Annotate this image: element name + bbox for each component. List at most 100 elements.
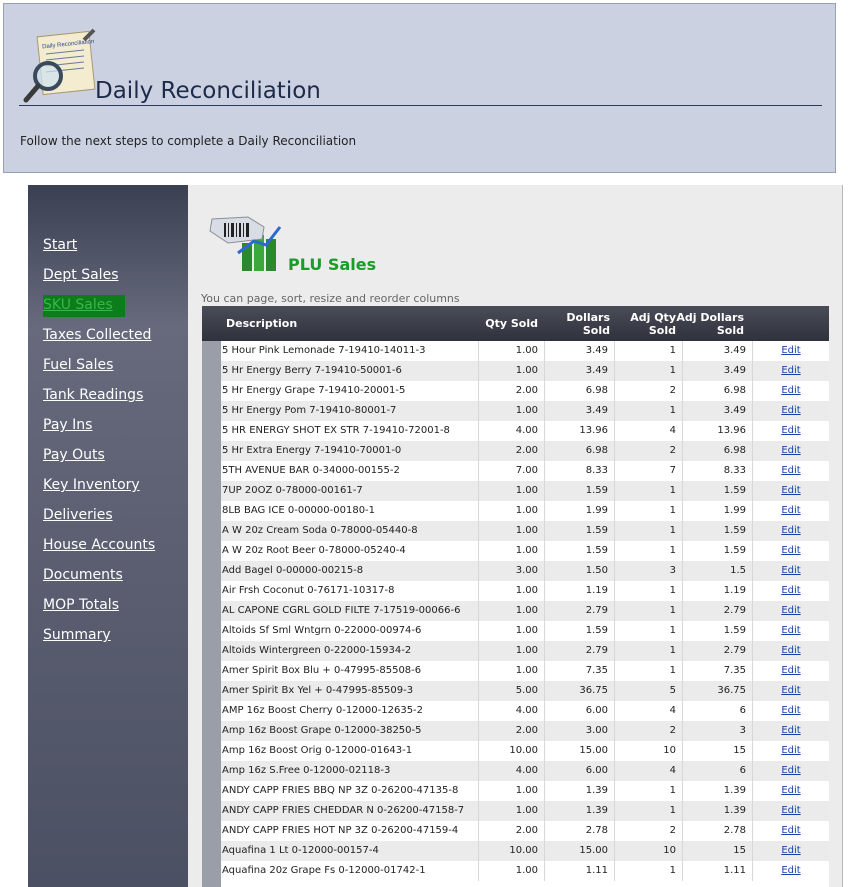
edit-link[interactable]: Edit [781, 345, 800, 356]
cell-adj-dollars-sold: 1.39 [683, 781, 753, 801]
edit-link[interactable]: Edit [781, 685, 800, 696]
sidebar-item-mop-totals[interactable]: MOP Totals [43, 597, 119, 613]
edit-link[interactable]: Edit [781, 565, 800, 576]
cell-adj-dollars-sold: 36.75 [683, 681, 753, 701]
edit-link[interactable]: Edit [781, 525, 800, 536]
table-row[interactable]: ANDY CAPP FRIES HOT NP 3Z 0-26200-47159-… [221, 821, 829, 841]
edit-link[interactable]: Edit [781, 665, 800, 676]
sidebar-item-sku-sales[interactable]: SKU Sales [43, 295, 125, 317]
cell-description: Amp 16z Boost Grape 0-12000-38250-5 [221, 721, 479, 741]
table-row[interactable]: 5TH AVENUE BAR 0-34000-00155-2 7.00 8.33 7 8… [221, 461, 829, 481]
edit-link[interactable]: Edit [781, 725, 800, 736]
cell-dollars-sold: 15.00 [545, 841, 615, 861]
table-row[interactable]: A W 20z Cream Soda 0-78000-05440-8 1.00 1.… [221, 521, 829, 541]
cell-adj-qty-sold: 2 [615, 381, 683, 401]
sidebar-item-documents[interactable]: Documents [43, 567, 123, 583]
cell-adj-dollars-sold: 1.19 [683, 581, 753, 601]
sidebar-item-dept-sales[interactable]: Dept Sales [43, 267, 118, 283]
column-header-qty-sold[interactable]: Qty Sold [480, 306, 538, 341]
table-row[interactable]: 5 Hr Energy Grape 7-19410-20001-5 2.00 6.9… [221, 381, 829, 401]
table-row[interactable]: 5 HR ENERGY SHOT EX STR 7-19410-72001-8 4… [221, 421, 829, 441]
table-row[interactable]: Amer Spirit Bx Yel + 0-47995-85509-3 5.00… [221, 681, 829, 701]
cell-adj-dollars-sold: 1.59 [683, 521, 753, 541]
sidebar-item-house-accounts[interactable]: House Accounts [43, 537, 155, 553]
column-header-adj-qty-sold[interactable]: Adj Qty Sold [616, 306, 676, 341]
sidebar-item-summary[interactable]: Summary [43, 627, 111, 643]
table-row[interactable]: Amp 16z Boost Orig 0-12000-01643-1 10.00 1… [221, 741, 829, 761]
edit-link[interactable]: Edit [781, 705, 800, 716]
cell-description: Add Bagel 0-00000-00215-8 [221, 561, 479, 581]
cell-adj-qty-sold: 1 [615, 581, 683, 601]
edit-link[interactable]: Edit [781, 785, 800, 796]
edit-link[interactable]: Edit [781, 485, 800, 496]
edit-link[interactable]: Edit [781, 585, 800, 596]
table-row[interactable]: Amer Spirit Box Blu + 0-47995-85508-6 1.0… [221, 661, 829, 681]
edit-link[interactable]: Edit [781, 745, 800, 756]
edit-link[interactable]: Edit [781, 445, 800, 456]
edit-link[interactable]: Edit [781, 465, 800, 476]
sidebar-item-fuel-sales[interactable]: Fuel Sales [43, 357, 113, 373]
table-row[interactable]: 5 Hr Extra Energy 7-19410-70001-0 2.00 6.9… [221, 441, 829, 461]
cell-dollars-sold: 2.79 [545, 641, 615, 661]
table-row[interactable]: AL CAPONE CGRL GOLD FILTE 7-17519-00066-… [221, 601, 829, 621]
sidebar-item-start[interactable]: Start [43, 237, 77, 253]
column-header-description[interactable]: Description [226, 306, 426, 341]
table-row[interactable]: 8LB BAG ICE 0-00000-00180-1 1.00 1.99 1 1.99… [221, 501, 829, 521]
cell-dollars-sold: 8.33 [545, 461, 615, 481]
table-row[interactable]: Aquafina 20z Grape Fs 0-12000-01742-1 1.0… [221, 861, 829, 881]
edit-link[interactable]: Edit [781, 845, 800, 856]
cell-edit: Edit [753, 801, 829, 821]
sidebar-item-tank-readings[interactable]: Tank Readings [43, 387, 143, 403]
edit-link[interactable]: Edit [781, 625, 800, 636]
edit-link[interactable]: Edit [781, 505, 800, 516]
edit-link[interactable]: Edit [781, 645, 800, 656]
column-header-adj-dollars-sold[interactable]: Adj Dollars Sold [676, 306, 744, 341]
table-row[interactable]: ANDY CAPP FRIES CHEDDAR N 0-26200-47158-… [221, 801, 829, 821]
cell-dollars-sold: 6.98 [545, 441, 615, 461]
table-row[interactable]: Altoids Sf Sml Wntgrn 0-22000-00974-6 1.0… [221, 621, 829, 641]
sidebar-item-key-inventory[interactable]: Key Inventory [43, 477, 140, 493]
edit-link[interactable]: Edit [781, 605, 800, 616]
cell-dollars-sold: 1.39 [545, 801, 615, 821]
cell-dollars-sold: 1.59 [545, 541, 615, 561]
table-row[interactable]: Air Frsh Coconut 0-76171-10317-8 1.00 1.19… [221, 581, 829, 601]
edit-link[interactable]: Edit [781, 865, 800, 876]
edit-link[interactable]: Edit [781, 405, 800, 416]
sidebar-item-pay-ins[interactable]: Pay Ins [43, 417, 92, 433]
edit-link[interactable]: Edit [781, 425, 800, 436]
sidebar-item-pay-outs[interactable]: Pay Outs [43, 447, 105, 463]
edit-link[interactable]: Edit [781, 545, 800, 556]
sidebar-item-deliveries[interactable]: Deliveries [43, 507, 113, 523]
cell-qty-sold: 1.00 [479, 801, 545, 821]
table-row[interactable]: A W 20z Root Beer 0-78000-05240-4 1.00 1.5… [221, 541, 829, 561]
table-row[interactable]: 5 Hr Energy Berry 7-19410-50001-6 1.00 3.4… [221, 361, 829, 381]
cell-adj-qty-sold: 1 [615, 501, 683, 521]
cell-dollars-sold: 15.00 [545, 741, 615, 761]
cell-adj-qty-sold: 10 [615, 741, 683, 761]
cell-dollars-sold: 36.75 [545, 681, 615, 701]
table-row[interactable]: 5 Hr Energy Pom 7-19410-80001-7 1.00 3.49 1… [221, 401, 829, 421]
cell-adj-qty-sold: 2 [615, 821, 683, 841]
table-row[interactable]: Add Bagel 0-00000-00215-8 3.00 1.50 3 1.5 Edi… [221, 561, 829, 581]
edit-link[interactable]: Edit [781, 825, 800, 836]
cell-adj-dollars-sold: 2.78 [683, 821, 753, 841]
cell-edit: Edit [753, 681, 829, 701]
sidebar-item-taxes-collected[interactable]: Taxes Collected [43, 327, 151, 343]
edit-link[interactable]: Edit [781, 385, 800, 396]
table-row[interactable]: 7UP 20OZ 0-78000-00161-7 1.00 1.59 1 1.59 Edi… [221, 481, 829, 501]
table-row[interactable]: 5 Hour Pink Lemonade 7-19410-14011-3 1.00… [221, 341, 829, 361]
cell-description: Amp 16z Boost Orig 0-12000-01643-1 [221, 741, 479, 761]
table-row[interactable]: Amp 16z Boost Grape 0-12000-38250-5 2.00 3… [221, 721, 829, 741]
edit-link[interactable]: Edit [781, 365, 800, 376]
table-row[interactable]: AMP 16z Boost Cherry 0-12000-12635-2 4.00… [221, 701, 829, 721]
cell-adj-qty-sold: 2 [615, 441, 683, 461]
table-row[interactable]: Amp 16z S.Free 0-12000-02118-3 4.00 6.00 4 6… [221, 761, 829, 781]
cell-adj-qty-sold: 2 [615, 721, 683, 741]
edit-link[interactable]: Edit [781, 765, 800, 776]
column-header-dollars-sold[interactable]: Dollars Sold [550, 306, 610, 341]
table-row[interactable]: Altoids Wintergreen 0-22000-15934-2 1.00 2… [221, 641, 829, 661]
edit-link[interactable]: Edit [781, 805, 800, 816]
cell-edit: Edit [753, 861, 829, 881]
table-row[interactable]: Aquafina 1 Lt 0-12000-00157-4 10.00 15.00 1… [221, 841, 829, 861]
table-row[interactable]: ANDY CAPP FRIES BBQ NP 3Z 0-26200-47135-… [221, 781, 829, 801]
